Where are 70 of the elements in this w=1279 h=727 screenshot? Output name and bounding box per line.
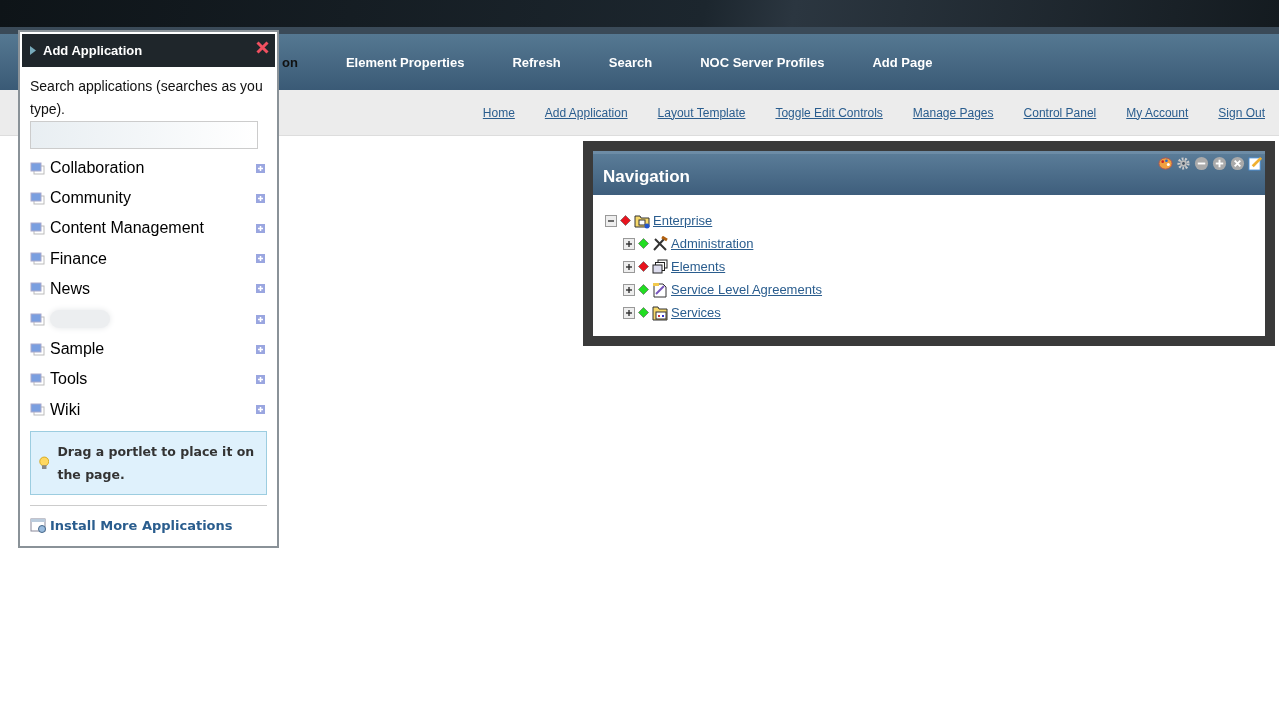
window-icon [30,342,45,356]
close-icon[interactable] [1230,156,1245,171]
expand-icon[interactable] [256,344,265,354]
tip-text: Drag a portlet to place it on the page. [57,442,256,484]
window-icon [30,372,45,386]
expand-toggle[interactable] [623,260,635,273]
category-label[interactable]: Wiki [50,400,251,419]
palette-icon[interactable] [1158,156,1173,171]
search-field[interactable] [30,121,258,149]
expand-toggle[interactable] [623,306,635,319]
expand-icon[interactable] [256,405,265,415]
nav-item[interactable]: Element Properties [345,54,465,70]
nav-item[interactable]: Add Page [872,54,933,70]
user-link[interactable]: Layout Template [657,105,746,120]
user-link[interactable]: Toggle Edit Controls [775,105,883,120]
expand-icon[interactable] [256,163,265,173]
window-icon [30,161,45,175]
expand-icon[interactable] [256,254,265,264]
window-icon [30,221,45,235]
window-icon [30,312,45,326]
close-icon[interactable] [256,41,269,54]
expand-toggle[interactable] [623,237,635,250]
tree-link[interactable]: Elements [671,259,726,274]
minimize-icon[interactable] [1194,156,1209,171]
user-link[interactable]: Home [482,105,515,120]
windows-icon [652,258,668,275]
install-applications-link[interactable]: Install More Applications [50,517,233,533]
nav-item[interactable]: Search [608,54,653,70]
window-icon [30,403,45,417]
edit-icon[interactable] [1248,156,1263,171]
tree-link[interactable]: Services [671,305,721,320]
expand-icon[interactable] [256,193,265,203]
category-label[interactable]: Collaboration [50,159,251,178]
maximize-icon[interactable] [1212,156,1227,171]
panel-title: Add Application [43,43,143,58]
document-icon [652,281,668,298]
lightbulb-icon [39,453,50,472]
window-icon [30,282,45,296]
user-link[interactable]: My Account [1126,105,1189,120]
expand-toggle[interactable] [623,283,635,296]
expand-icon[interactable] [256,314,265,324]
collapse-toggle[interactable] [605,214,617,227]
user-link[interactable]: Add Application [544,105,628,120]
category-label[interactable]: Sample [50,340,251,359]
tools-icon [652,235,668,252]
arrow-icon [30,46,36,55]
tree-link[interactable]: Enterprise [653,213,713,228]
settings-icon[interactable] [1176,156,1191,171]
category-label[interactable]: Community [50,189,251,208]
portlet-title: Navigation [603,167,690,187]
category-label[interactable]: News [50,279,251,298]
install-icon [30,517,47,533]
user-link[interactable]: Manage Pages [912,105,994,120]
expand-icon[interactable] [256,284,265,294]
window-icon [30,252,45,266]
search-hint: Search applications (searches as you type). [30,77,264,119]
category-label[interactable]: Content Management [50,219,251,238]
expand-icon[interactable] [256,223,265,233]
tree-link[interactable]: Service Level Agreements [671,282,823,297]
category-label[interactable]: Finance [50,249,251,268]
folder-icon [634,212,650,229]
expand-icon[interactable] [256,374,265,384]
user-link[interactable]: Control Panel [1023,105,1097,120]
tree-link[interactable]: Administration [671,236,754,251]
category-label[interactable]: Tools [50,370,251,389]
window-icon [30,191,45,205]
user-link[interactable]: Sign Out [1218,105,1265,120]
nav-item[interactable]: NOC Server Profiles [700,54,825,70]
nav-item[interactable]: Refresh [512,54,561,70]
folder-icon [652,304,668,321]
